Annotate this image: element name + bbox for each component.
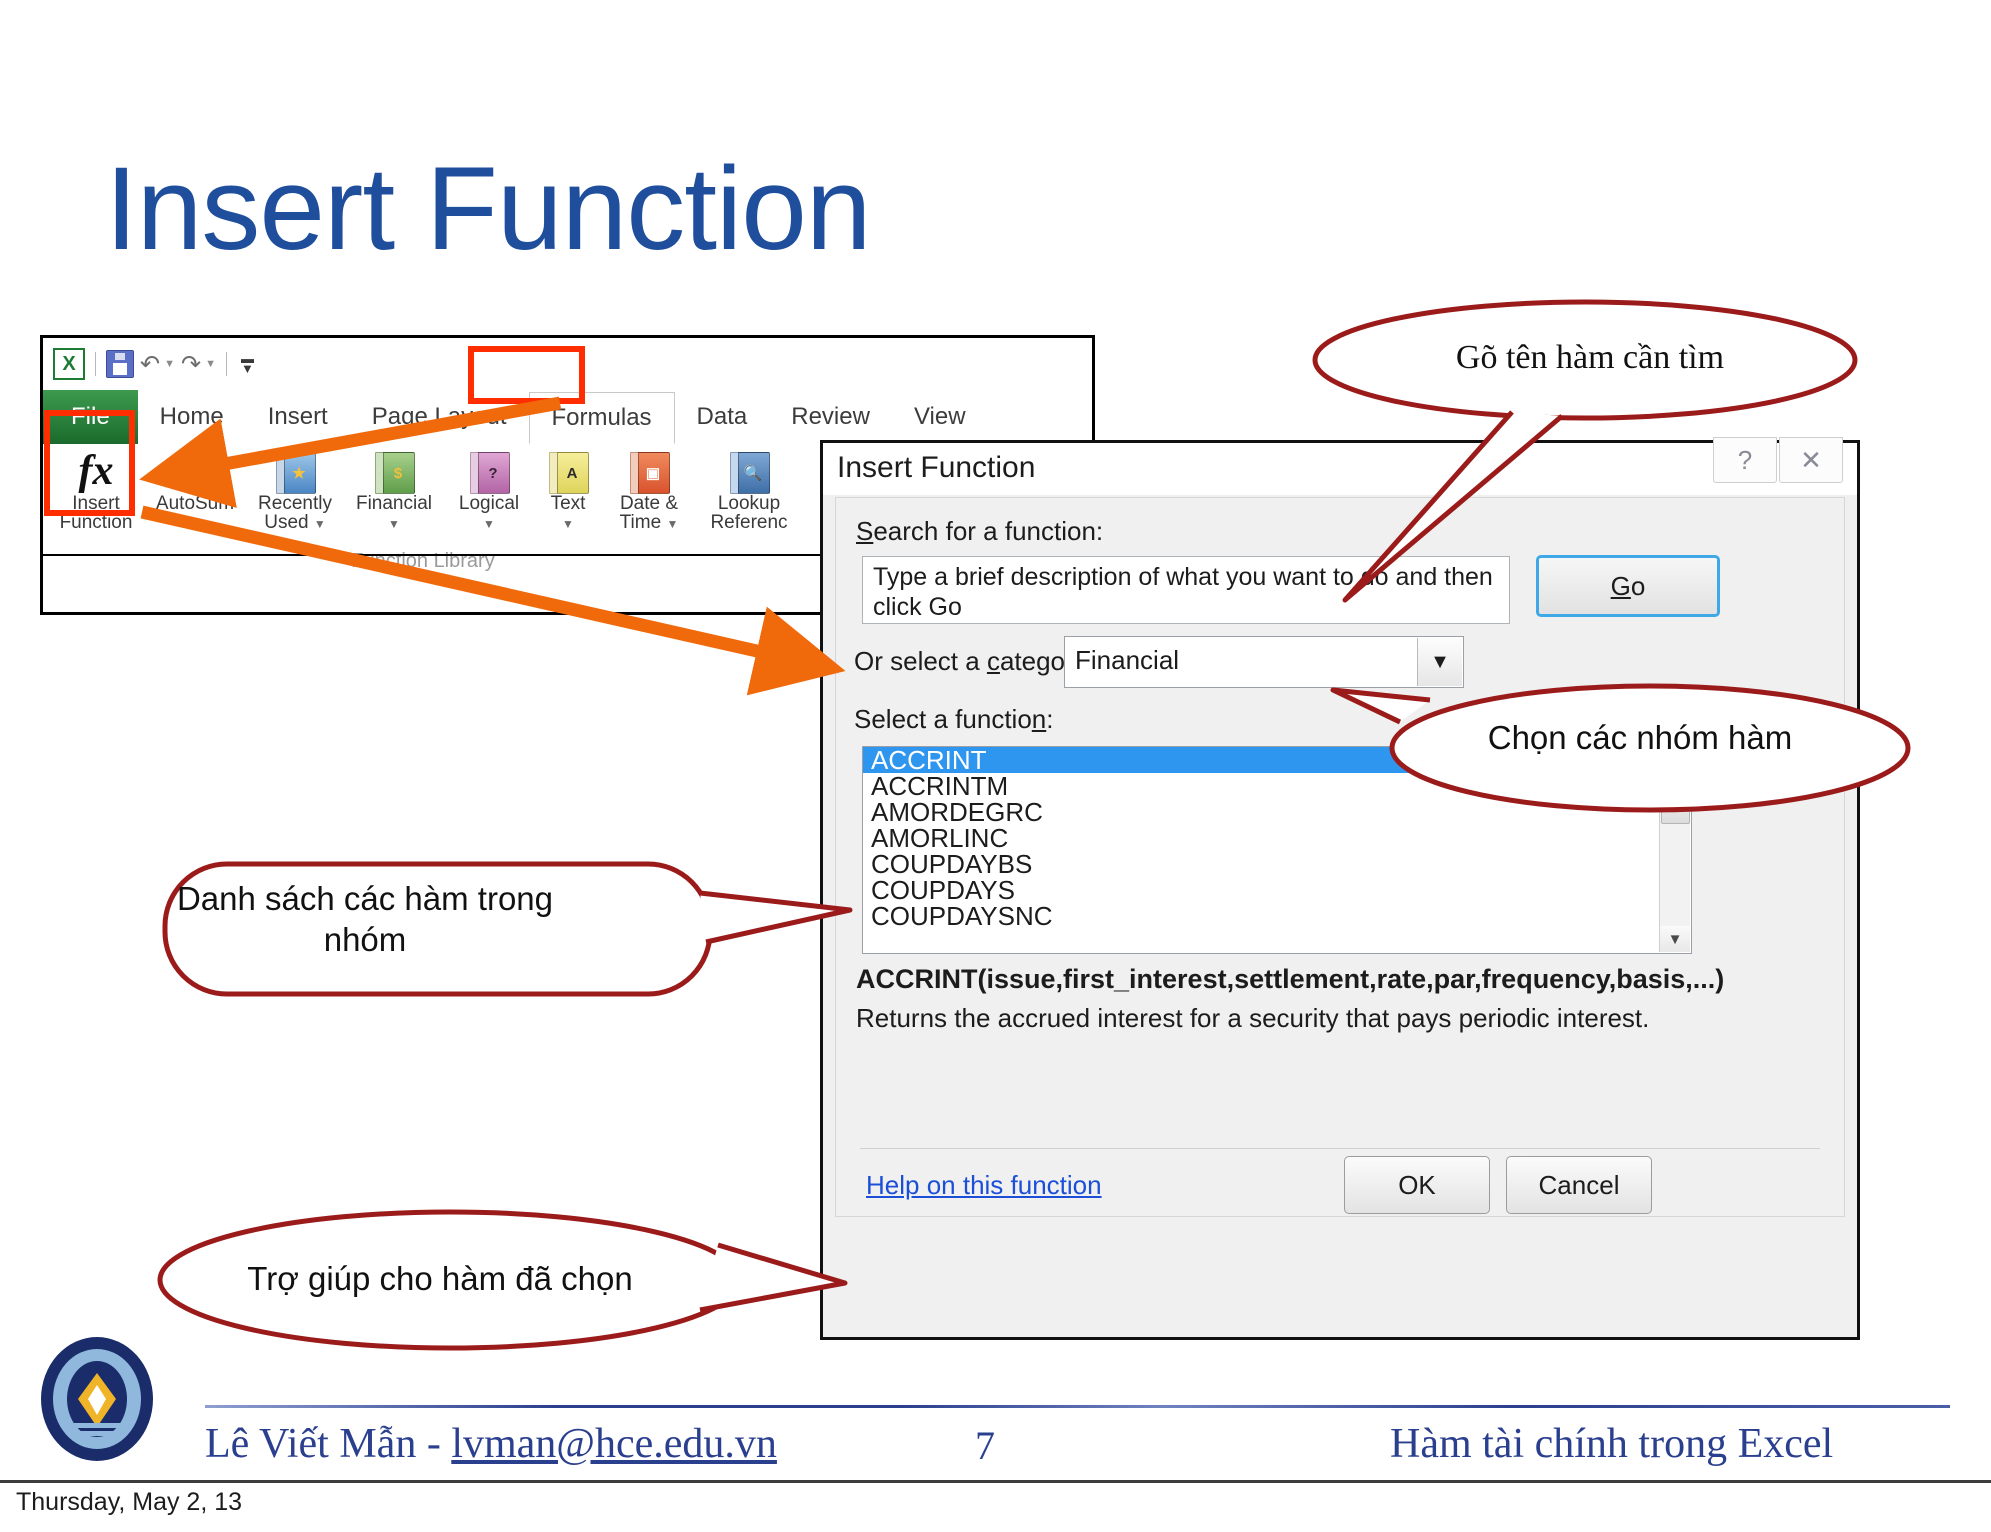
category-label: Or select a category: (854, 646, 1094, 677)
ribbon-insert-function[interactable]: fx Insert Function (47, 444, 145, 532)
help-icon[interactable]: ? (1713, 437, 1777, 483)
undo-caret-icon[interactable]: ▼ (164, 358, 175, 370)
go-button[interactable]: Go (1536, 555, 1720, 617)
date-time-book-icon: ▣ (630, 448, 670, 494)
list-item[interactable]: ACCRINT (863, 747, 1691, 773)
category-select[interactable]: Financial ▼ (1064, 636, 1464, 688)
ribbon-text[interactable]: A Text ▼ (535, 444, 601, 532)
dialog-title: Insert Function (837, 451, 1036, 484)
function-list-scrollbar[interactable]: ▲ ▼ (1659, 748, 1690, 952)
ribbon-date-time[interactable]: ▣ Date & Time ▼ (601, 444, 697, 532)
ribbon-logical[interactable]: ? Logical ▼ (443, 444, 535, 532)
list-item[interactable]: COUPDAYS (863, 877, 1691, 903)
tab-review[interactable]: Review (769, 390, 892, 444)
quick-access-toolbar: X ↶ ▼ ↷ ▼ ▬ ▼ (43, 338, 1092, 390)
logical-book-icon: ? (470, 448, 510, 494)
ribbon-financial[interactable]: $ Financial ▼ (345, 444, 443, 532)
ribbon-text-label: Text ▼ (550, 493, 586, 531)
university-logo (41, 1337, 153, 1461)
undo-icon[interactable]: ↶ (140, 352, 160, 376)
scroll-up-icon[interactable]: ▲ (1660, 748, 1690, 774)
ribbon-lookup-reference-label: Lookup Referenc (710, 493, 788, 533)
search-label: Search for a function: (856, 516, 1104, 546)
callout-type-name-text: Gõ tên hàm cần tìm (1455, 339, 1725, 376)
ribbon-financial-label: Financial ▼ (355, 493, 433, 531)
qat-divider-2 (226, 352, 227, 376)
go-button-label: Go (1610, 570, 1646, 601)
close-icon[interactable]: ✕ (1779, 437, 1843, 483)
ribbon-insert-function-label: Insert Function (59, 493, 133, 533)
list-item[interactable]: AMORDEGRC (863, 799, 1691, 825)
category-label-text: Or select a category: (854, 646, 1094, 676)
date-stamp: Thursday, May 2, 13 (16, 1488, 243, 1516)
excel-icon: X (53, 348, 85, 380)
search-label-rest: earch for a function: (873, 516, 1104, 546)
tab-file[interactable]: File (43, 390, 138, 444)
tab-data[interactable]: Data (675, 390, 770, 444)
ribbon-recently-used-label: Recently Used ▼ (258, 493, 332, 533)
dialog-title-bar: Insert Function ? ✕ (823, 437, 1857, 495)
tab-page-layout[interactable]: Page Layout (350, 390, 529, 444)
function-library-group: fx Insert Function Σ AutoSum ▼ ★ Recently U… (47, 444, 807, 554)
ribbon-recently-used[interactable]: ★ Recently Used ▼ (245, 444, 345, 532)
ribbon-lookup-reference[interactable]: 🔍 Lookup Referenc (697, 444, 801, 532)
customize-qat-icon[interactable]: ▬ ▼ (241, 352, 254, 375)
ribbon-date-time-label: Date & Time ▼ (619, 493, 679, 533)
function-signature: ACCRINT(issue,first_interest,settlement,… (856, 964, 1725, 994)
footer-author: Lê Viết Mẫn - lvman@hce.edu.vn (205, 1420, 777, 1468)
text-book-icon: A (549, 448, 589, 494)
function-list-label-text: Select a function: (854, 704, 1054, 734)
category-selected-value: Financial (1075, 645, 1180, 675)
scrollbar-thumb[interactable] (1661, 778, 1690, 824)
tab-view[interactable]: View (892, 390, 988, 444)
page-title: Insert Function (105, 143, 871, 275)
lookup-reference-book-icon: 🔍 (730, 448, 770, 494)
list-item[interactable]: ACCRINTM (863, 773, 1691, 799)
footer-email[interactable]: lvman@hce.edu.vn (451, 1421, 777, 1467)
fx-icon: fx (78, 448, 114, 494)
function-list-label: Select a function: (854, 704, 1053, 735)
help-icon-glyph: ? (1737, 444, 1753, 475)
page-number: 7 (975, 1423, 995, 1468)
help-on-this-function-link[interactable]: Help on this function (866, 1170, 1102, 1201)
callout-help-for-function (157, 1209, 848, 1351)
bottom-divider (0, 1480, 1991, 1483)
insert-function-dialog: Insert Function ? ✕ Search for a functio… (820, 437, 1860, 1340)
function-listbox[interactable]: ACCRINT ACCRINTM AMORDEGRC AMORLINC COUP… (862, 746, 1692, 954)
function-description: Returns the accrued interest for a secur… (856, 1003, 1650, 1033)
ribbon-autosum[interactable]: Σ AutoSum ▼ (145, 444, 245, 532)
ribbon-tab-strip: File Home Insert Page Layout Formulas Da… (43, 390, 1092, 445)
search-input[interactable]: Type a brief description of what you wan… (862, 556, 1510, 624)
list-item[interactable]: COUPDAYSNC (863, 903, 1691, 929)
footer-author-name: Lê Viết Mẫn - (205, 1421, 452, 1467)
footer-section-title: Hàm tài chính trong Excel (1390, 1421, 1834, 1467)
qat-divider (95, 352, 96, 376)
recently-used-book-icon: ★ (276, 448, 316, 494)
callout-function-list-text: Danh sách các hàm trong nhóm (176, 880, 554, 959)
save-icon[interactable] (106, 350, 134, 378)
list-item[interactable]: COUPDAYBS (863, 851, 1691, 877)
close-icon-glyph: ✕ (1800, 444, 1822, 475)
callout-help-text: Trợ giúp cho hàm đã chọn (247, 1260, 633, 1297)
footer-divider (205, 1405, 1950, 1408)
dialog-body: Search for a function: Type a brief desc… (835, 497, 1845, 1217)
dialog-divider (860, 1148, 1820, 1149)
ribbon-logical-label: Logical ▼ (458, 493, 520, 531)
sigma-icon: Σ (181, 448, 209, 494)
redo-icon[interactable]: ↷ (181, 352, 201, 376)
chevron-down-icon[interactable]: ▼ (1417, 638, 1462, 686)
financial-book-icon: $ (375, 448, 415, 494)
ok-button[interactable]: OK (1344, 1156, 1490, 1214)
list-item[interactable]: AMORLINC (863, 825, 1691, 851)
redo-caret-icon[interactable]: ▼ (205, 358, 216, 370)
tab-formulas[interactable]: Formulas (528, 392, 675, 444)
tab-insert[interactable]: Insert (246, 390, 350, 444)
callout-function-list (162, 861, 853, 997)
ribbon-autosum-label: AutoSum ▼ (155, 493, 235, 531)
tab-home[interactable]: Home (138, 390, 246, 444)
scroll-down-icon[interactable]: ▼ (1660, 926, 1690, 952)
cancel-button[interactable]: Cancel (1506, 1156, 1652, 1214)
